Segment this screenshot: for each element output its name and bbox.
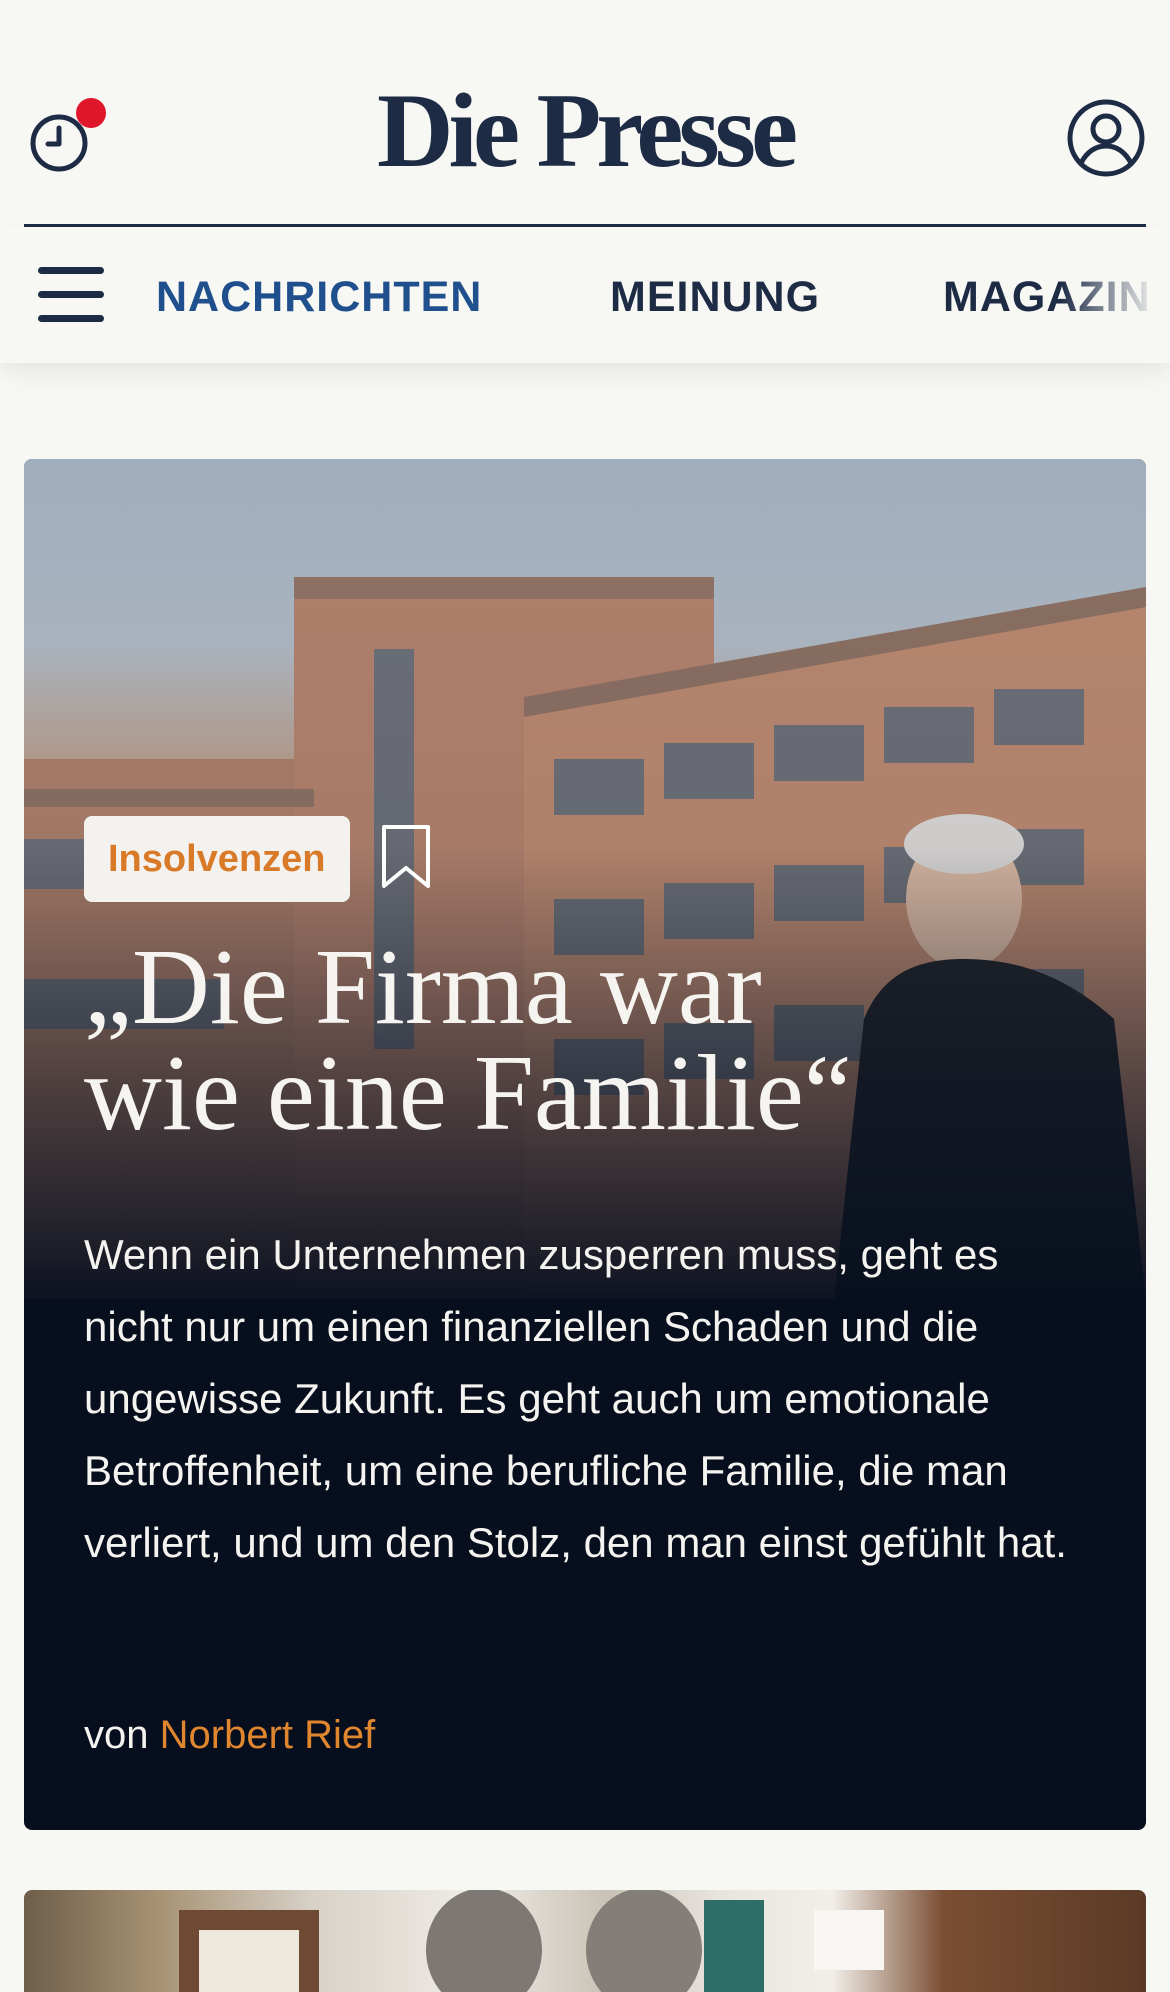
site-logo[interactable]: Die Presse <box>0 78 1170 184</box>
article-headline[interactable]: „Die Firma war wie eine Familie“ <box>84 928 1084 1153</box>
headline-line-2: wie eine Familie“ <box>84 1034 852 1153</box>
article-lead: Wenn ein Unternehmen zusperren muss, geh… <box>84 1231 1067 1566</box>
account-button[interactable] <box>1066 98 1146 178</box>
author-link[interactable]: Norbert Rief <box>160 1713 376 1757</box>
hamburger-menu-icon[interactable] <box>38 267 106 323</box>
main-navigation: NACHRICHTEN MEINUNG MAGAZIN <box>0 227 1170 363</box>
article-byline: von Norbert Rief <box>84 1713 375 1758</box>
hero-article-card[interactable]: Insolvenzen „Die Firma war wie eine Fami… <box>24 459 1146 1830</box>
next-article-card[interactable] <box>24 1890 1146 1992</box>
headline-line-1: „Die Firma war <box>84 928 762 1047</box>
bookmark-button[interactable] <box>380 824 432 890</box>
nav-item-nachrichten[interactable]: NACHRICHTEN <box>156 273 482 322</box>
user-icon <box>1067 99 1145 177</box>
bookmark-icon <box>382 825 430 888</box>
category-tag[interactable]: Insolvenzen <box>84 816 350 902</box>
nav-item-meinung[interactable]: MEINUNG <box>610 273 820 322</box>
byline-prefix: von <box>84 1713 149 1757</box>
site-header: Die Presse <box>0 0 1170 227</box>
nav-scroll-fade <box>1060 227 1170 363</box>
